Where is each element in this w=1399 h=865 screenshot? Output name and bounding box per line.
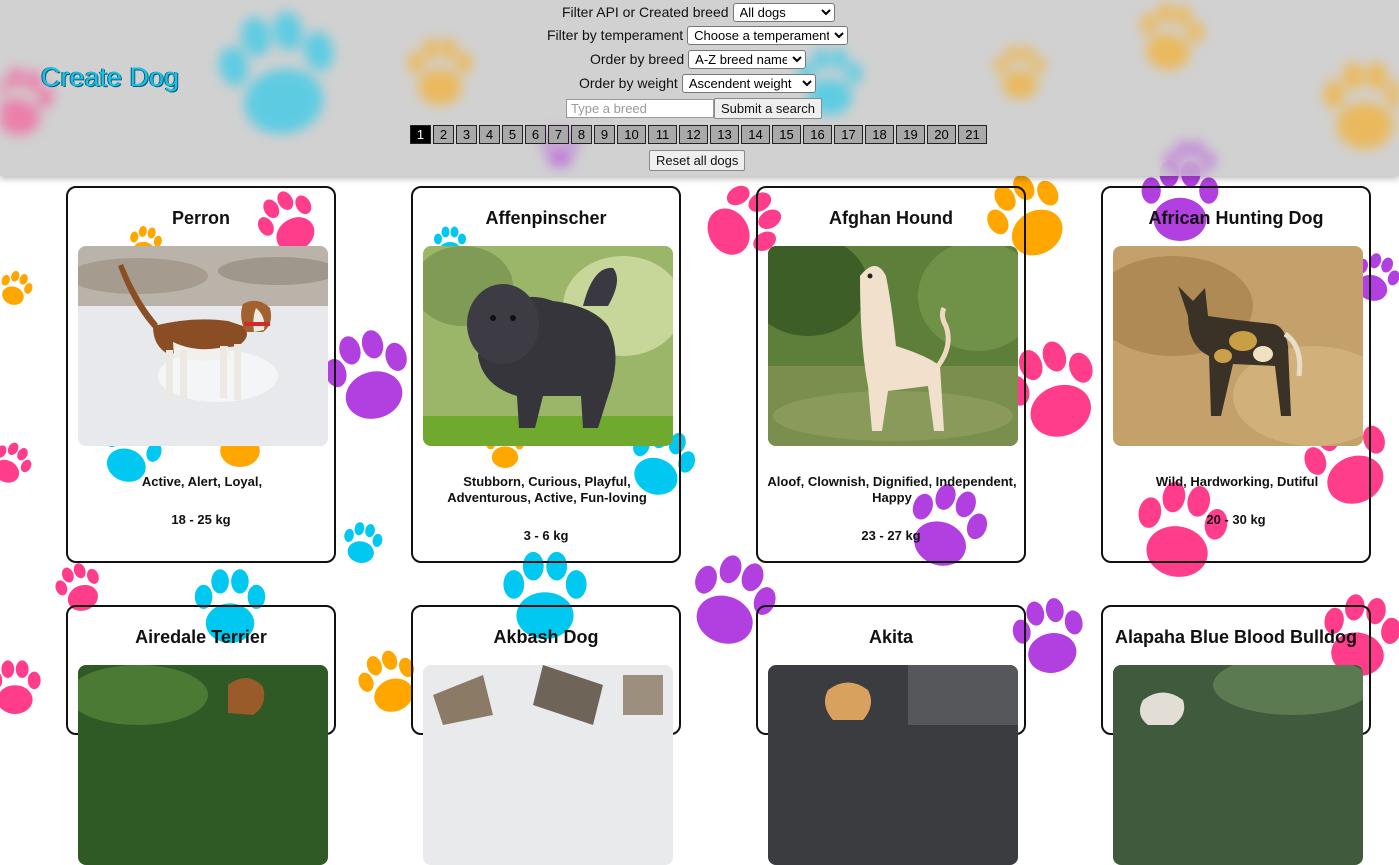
page-button-7[interactable]: 7 bbox=[548, 125, 569, 144]
header-bar: Create Dog Filter API or Created breed A… bbox=[0, 0, 1399, 176]
card-title: Affenpinscher bbox=[485, 208, 607, 228]
page-button-4[interactable]: 4 bbox=[479, 125, 500, 144]
page-button-13[interactable]: 13 bbox=[710, 125, 739, 144]
dog-card-african-hunting-dog[interactable]: African Hunting Dog Wild, Hardworking, D… bbox=[1101, 186, 1371, 563]
dog-image-african-hunting-dog bbox=[1113, 246, 1363, 446]
page-button-12[interactable]: 12 bbox=[679, 125, 708, 144]
order-weight-select[interactable]: Ascendent weight bbox=[681, 73, 816, 93]
card-temperament: Active, Alert, Loyal, bbox=[141, 474, 263, 489]
page-button-9[interactable]: 9 bbox=[594, 125, 615, 144]
dog-image-airedale-terrier bbox=[78, 665, 328, 865]
page-button-15[interactable]: 15 bbox=[772, 125, 801, 144]
card-title: African Hunting Dog bbox=[1148, 208, 1324, 228]
page-button-3[interactable]: 3 bbox=[456, 125, 477, 144]
card-temperament: Wild, Hardworking, Dutiful bbox=[1155, 474, 1319, 489]
card-weight: 3 - 6 kg bbox=[523, 528, 569, 543]
page-button-19[interactable]: 19 bbox=[896, 125, 925, 144]
dog-card-perron[interactable]: Perron Active, Alert, Loyal, 18 - 25 kg bbox=[66, 186, 336, 563]
order-weight-row: Order by weight Ascendent weight bbox=[579, 73, 816, 93]
card-title: Airedale Terrier bbox=[135, 627, 267, 647]
dog-image-affenpinscher bbox=[423, 246, 673, 446]
card-title: Alapaha Blue Blood Bulldog bbox=[1115, 627, 1357, 647]
search-row: Submit a search bbox=[566, 97, 822, 119]
filter-temperament-label: Filter by temperament bbox=[547, 27, 684, 43]
page-button-6[interactable]: 6 bbox=[525, 125, 546, 144]
pagination: 1 2 3 4 5 6 7 8 9 10 11 12 13 14 15 16 17 18 19 20 21 bbox=[410, 125, 989, 144]
filter-temperament-select[interactable]: Choose a temperament bbox=[687, 25, 849, 45]
page-button-11[interactable]: 11 bbox=[648, 125, 677, 144]
dog-image-akita bbox=[768, 665, 1018, 865]
search-input[interactable] bbox=[566, 98, 714, 118]
page-button-14[interactable]: 14 bbox=[741, 125, 770, 144]
card-title: Perron bbox=[171, 208, 231, 228]
card-temperament: Aloof, Clownish, Dignified, Independent,… bbox=[767, 474, 1017, 505]
page-button-8[interactable]: 8 bbox=[571, 125, 592, 144]
card-title: Afghan Hound bbox=[829, 208, 953, 228]
order-weight-label: Order by weight bbox=[579, 75, 678, 91]
card-weight: 23 - 27 kg bbox=[861, 528, 921, 543]
order-breed-label: Order by breed bbox=[590, 51, 685, 67]
page-button-1[interactable]: 1 bbox=[410, 125, 431, 144]
filter-source-label: Filter API or Created breed bbox=[562, 4, 729, 20]
dog-image-afghan-hound bbox=[768, 246, 1018, 446]
submit-search-button[interactable]: Submit a search bbox=[714, 97, 822, 119]
card-weight: 20 - 30 kg bbox=[1206, 512, 1266, 527]
create-dog-link[interactable]: Create Dog bbox=[41, 62, 179, 93]
page-button-18[interactable]: 18 bbox=[865, 125, 894, 144]
page-button-16[interactable]: 16 bbox=[803, 125, 832, 144]
page-button-2[interactable]: 2 bbox=[433, 125, 454, 144]
filter-source-select[interactable]: All dogs bbox=[732, 2, 835, 22]
page-button-10[interactable]: 10 bbox=[617, 125, 646, 144]
dog-image-akbash-dog bbox=[423, 665, 673, 865]
dog-image-perron bbox=[78, 246, 328, 446]
order-breed-row: Order by breed A-Z breed name bbox=[590, 49, 807, 69]
dog-card-afghan-hound[interactable]: Afghan Hound Aloof, Clownish, Dignified,… bbox=[756, 186, 1026, 563]
order-breed-select[interactable]: A-Z breed name bbox=[688, 49, 807, 69]
filter-temperament-row: Filter by temperament Choose a temperame… bbox=[547, 25, 849, 45]
card-temperament: Stubborn, Curious, Playful, Adventurous,… bbox=[447, 474, 647, 505]
card-weight: 18 - 25 kg bbox=[171, 512, 231, 527]
card-title: Akita bbox=[868, 627, 913, 647]
dog-image-alapaha-blue-blood-bulldog bbox=[1113, 665, 1363, 865]
page-button-20[interactable]: 20 bbox=[927, 125, 956, 144]
filter-source-row: Filter API or Created breed All dogs bbox=[562, 2, 835, 22]
page-button-17[interactable]: 17 bbox=[834, 125, 863, 144]
page-button-5[interactable]: 5 bbox=[502, 125, 523, 144]
page-button-21[interactable]: 21 bbox=[958, 125, 987, 144]
reset-all-dogs-button[interactable]: Reset all dogs bbox=[649, 150, 746, 171]
dog-card-affenpinscher[interactable]: Affenpinscher Stubborn, Curious, Playful… bbox=[411, 186, 681, 563]
card-title: Akbash Dog bbox=[493, 627, 599, 647]
